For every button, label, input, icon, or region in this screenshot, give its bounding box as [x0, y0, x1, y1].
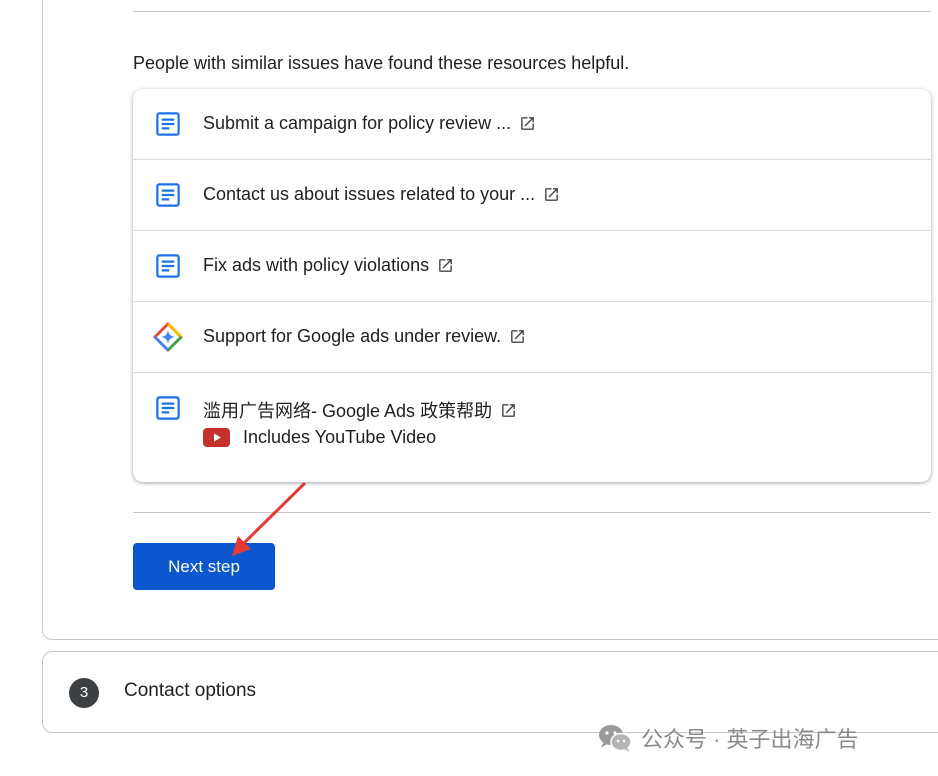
contact-options-step[interactable]: 3 Contact options: [42, 651, 938, 733]
step-number-badge: 3: [69, 678, 99, 708]
resource-item-1[interactable]: Submit a campaign for policy review ...: [133, 89, 931, 160]
resource-label: 滥用广告网络- Google Ads 政策帮助: [203, 401, 493, 421]
youtube-note-label: Includes YouTube Video: [243, 427, 437, 447]
external-link-icon: [545, 188, 559, 201]
resource-item-5[interactable]: 滥用广告网络- Google Ads 政策帮助 Includes YouTube…: [133, 373, 931, 482]
external-link-icon: [439, 259, 452, 272]
resource-label: Fix ads with policy violations: [203, 255, 430, 275]
gemini-sparkle-icon: [153, 322, 183, 352]
wechat-icon: [599, 725, 632, 752]
document-icon: [156, 254, 180, 278]
resource-item-4[interactable]: Support for Google ads under review.: [133, 302, 931, 373]
document-icon: [156, 112, 180, 136]
resource-label: Contact us about issues related to your …: [203, 184, 536, 204]
watermark: 公众号 · 英子出海广告: [597, 722, 859, 754]
watermark-text: 公众号 · 英子出海广告: [641, 727, 859, 752]
resource-label: Submit a campaign for policy review ...: [203, 113, 512, 133]
external-link-icon: [502, 403, 515, 417]
next-step-button[interactable]: Next step: [133, 543, 275, 590]
bottom-divider: [133, 512, 931, 513]
resource-item-3[interactable]: Fix ads with policy violations: [133, 231, 931, 302]
resource-label: Support for Google ads under review.: [203, 326, 502, 346]
external-link-icon: [521, 117, 535, 130]
external-link-icon: [511, 330, 525, 343]
youtube-icon: [203, 428, 230, 447]
document-icon: [156, 396, 180, 420]
resource-item-2[interactable]: Contact us about issues related to your …: [133, 160, 931, 231]
top-divider: [133, 11, 931, 12]
youtube-video-note: Includes YouTube Video: [203, 427, 436, 448]
document-icon: [156, 183, 180, 207]
resources-list: Submit a campaign for policy review ... …: [133, 89, 931, 482]
contact-options-title: Contact options: [124, 680, 257, 701]
resources-intro-text: People with similar issues have found th…: [133, 53, 630, 73]
